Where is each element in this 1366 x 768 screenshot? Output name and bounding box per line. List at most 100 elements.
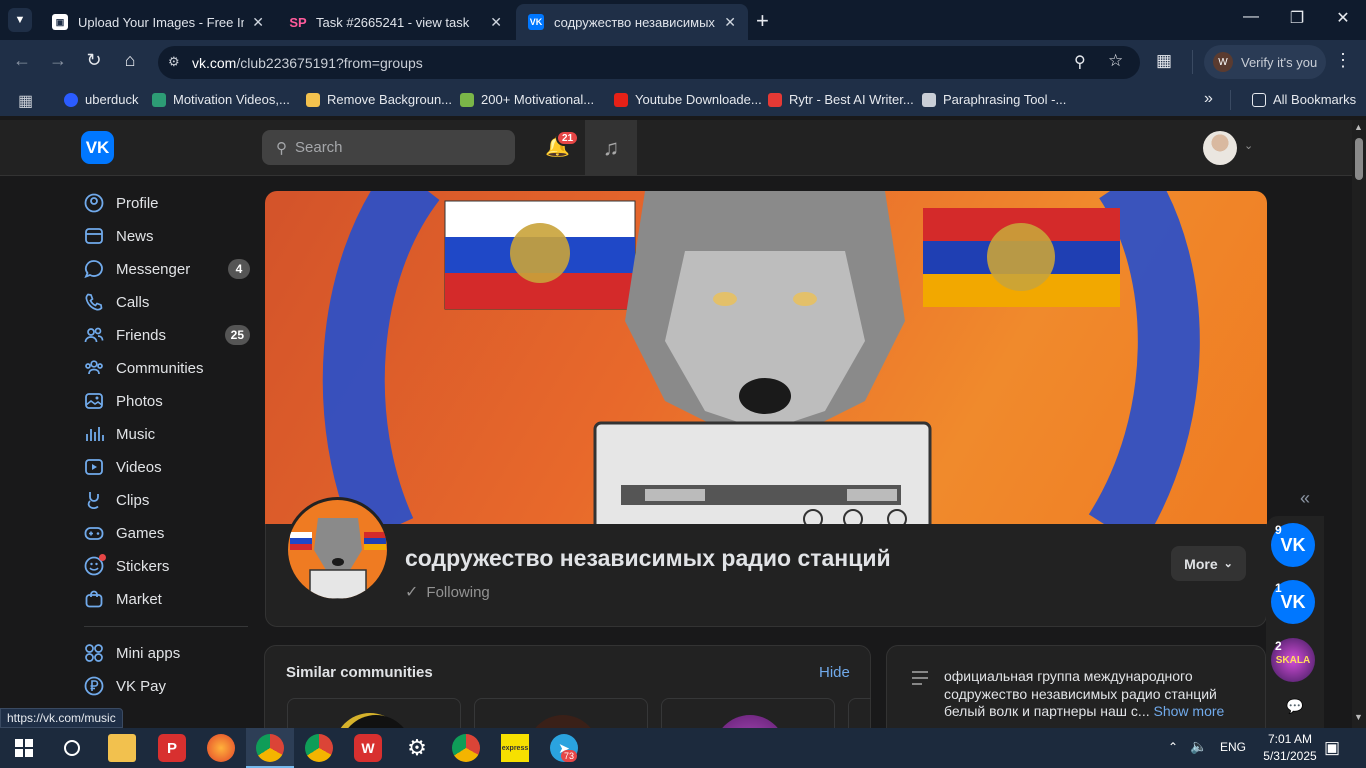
window-close-icon[interactable]: ✕: [1328, 8, 1358, 28]
apps-grid-icon[interactable]: ▦: [18, 91, 33, 111]
search-circle-icon[interactable]: [58, 734, 86, 762]
market-icon: [84, 589, 104, 609]
show-more-link[interactable]: Show more: [1154, 703, 1225, 719]
chrome-profile-icon[interactable]: [256, 734, 284, 762]
bookmark-remove-bg[interactable]: Remove Backgroun...: [306, 92, 452, 107]
wps-office-icon[interactable]: W: [354, 734, 382, 762]
chrome-app-icon[interactable]: [452, 734, 480, 762]
menu-item-stickers[interactable]: Stickers: [84, 553, 250, 579]
firefox-icon[interactable]: [207, 734, 235, 762]
bookmark-paraphrasing[interactable]: Paraphrasing Tool -...: [922, 92, 1066, 107]
games-icon: [84, 523, 104, 543]
menu-item-profile[interactable]: Profile: [84, 190, 250, 216]
music-player-icon[interactable]: ♫: [585, 120, 637, 175]
language-indicator[interactable]: ENG: [1220, 740, 1246, 754]
close-icon[interactable]: ✕: [724, 14, 736, 31]
menu-kebab-icon[interactable]: ⋮: [1334, 50, 1352, 71]
tab-search-button[interactable]: ▼: [8, 8, 32, 32]
menu-item-mini-apps[interactable]: Mini apps: [84, 640, 250, 666]
file-explorer-icon[interactable]: [108, 734, 136, 762]
extensions-icon[interactable]: ▦: [1156, 51, 1172, 71]
image-upload-favicon-icon: ▣: [52, 14, 68, 30]
bookmarks-divider: [1230, 90, 1231, 110]
windows-start-icon[interactable]: [10, 734, 38, 762]
profile-verify-button[interactable]: W Verify it's you: [1204, 45, 1326, 79]
bookmark-star-icon[interactable]: ☆: [1108, 51, 1123, 71]
messenger-icon: [84, 259, 104, 279]
youtube-downloader-icon: [614, 92, 628, 107]
chat-bubble-icon[interactable]: 💬: [1286, 698, 1303, 715]
hide-link[interactable]: Hide: [819, 664, 850, 681]
scrollbar-thumb[interactable]: [1355, 138, 1363, 180]
menu-item-music[interactable]: Music: [84, 421, 250, 447]
forward-icon[interactable]: →: [46, 50, 70, 71]
wps-presentation-icon[interactable]: P: [158, 734, 186, 762]
tab-task[interactable]: SP Task #2665241 - view task ✕: [278, 4, 514, 40]
menu-item-news[interactable]: News: [84, 223, 250, 249]
menu-item-communities[interactable]: Communities: [84, 355, 250, 381]
home-icon[interactable]: ⌂: [118, 50, 142, 71]
bookmark-rytr[interactable]: Rytr - Best AI Writer...: [768, 92, 914, 107]
vk-search-input[interactable]: ⚲ Search: [262, 130, 515, 165]
notifications-badge: 21: [556, 130, 580, 146]
reload-icon[interactable]: ↻: [82, 50, 106, 71]
group-avatar-art: [288, 500, 387, 599]
menu-item-messenger[interactable]: Messenger 4: [84, 256, 250, 282]
bookmark-motivation[interactable]: Motivation Videos,...: [152, 92, 290, 107]
chevron-down-icon[interactable]: ⌄: [1244, 139, 1253, 152]
notification-center-icon[interactable]: ▣: [1324, 738, 1340, 758]
zoom-icon[interactable]: ⚲: [1074, 52, 1086, 72]
tray-chevron-icon[interactable]: ⌃: [1168, 740, 1178, 754]
collapse-chats-icon[interactable]: «: [1300, 488, 1310, 509]
menu-item-calls[interactable]: Calls: [84, 289, 250, 315]
user-avatar[interactable]: [1203, 131, 1237, 165]
address-bar[interactable]: ⚙ vk.com/club223675191?from=groups ⚲ ☆: [158, 46, 1140, 79]
bookmark-motivational[interactable]: 200+ Motivational...: [460, 92, 594, 107]
videos-icon: [84, 457, 104, 477]
following-button[interactable]: ✓ Following: [405, 582, 490, 602]
scroll-up-icon[interactable]: ▲: [1354, 122, 1363, 132]
new-tab-button[interactable]: +: [756, 8, 769, 34]
bookmark-uberduck[interactable]: uberduck: [64, 92, 138, 107]
group-cover-image[interactable]: [265, 191, 1267, 531]
tab-vk-group[interactable]: VK содружество независимых ра, ✕: [516, 4, 748, 40]
more-button[interactable]: More ⌄: [1171, 546, 1246, 581]
more-bookmarks-icon[interactable]: »: [1204, 90, 1213, 108]
bookmarks-bar: ▦ uberduck Motivation Videos,... Remove …: [0, 84, 1366, 116]
close-icon[interactable]: ✕: [252, 14, 264, 31]
scroll-down-icon[interactable]: ▼: [1354, 712, 1363, 722]
page-scrollbar[interactable]: ▲ ▼: [1352, 120, 1366, 728]
menu-item-videos[interactable]: Videos: [84, 454, 250, 480]
restore-icon[interactable]: ❐: [1282, 8, 1312, 28]
rytr-icon: [768, 92, 782, 107]
shopify-icon: [460, 92, 474, 107]
express-app-icon[interactable]: express: [501, 734, 529, 762]
stickers-dot: [99, 554, 106, 561]
close-icon[interactable]: ✕: [490, 14, 502, 31]
all-bookmarks[interactable]: All Bookmarks: [1252, 92, 1356, 107]
tab-upload-images[interactable]: ▣ Upload Your Images - Free Imag ✕: [40, 4, 276, 40]
clock[interactable]: 7:01 AM 5/31/2025: [1262, 731, 1318, 765]
link-status-bar: https://vk.com/music: [0, 708, 123, 728]
vk-pay-icon: [84, 676, 104, 696]
chrome-icon[interactable]: [305, 734, 333, 762]
menu-item-vk-pay[interactable]: VK Pay: [84, 673, 250, 699]
menu-item-photos[interactable]: Photos: [84, 388, 250, 414]
menu-item-games[interactable]: Games: [84, 520, 250, 546]
group-avatar[interactable]: [285, 497, 390, 602]
communities-icon: [84, 358, 104, 378]
back-icon[interactable]: ←: [10, 50, 34, 71]
browser-toolbar: ← → ↻ ⌂ ⚙ vk.com/club223675191?from=grou…: [0, 40, 1366, 84]
vk-logo[interactable]: VK: [81, 131, 114, 164]
menu-item-clips[interactable]: Clips: [84, 487, 250, 513]
profile-avatar-icon: W: [1213, 52, 1233, 72]
menu-item-market[interactable]: Market: [84, 586, 250, 612]
settings-gear-icon[interactable]: ⚙: [403, 734, 431, 762]
motivation-icon: [152, 92, 166, 107]
menu-item-friends[interactable]: Friends 25: [84, 322, 250, 348]
chat-count: 2: [1275, 639, 1282, 653]
volume-icon[interactable]: 🔈: [1190, 738, 1207, 755]
minimize-icon[interactable]: —: [1236, 8, 1266, 26]
bookmark-youtube-downloader[interactable]: Youtube Downloade...: [614, 92, 762, 107]
site-info-icon[interactable]: ⚙: [168, 54, 180, 70]
